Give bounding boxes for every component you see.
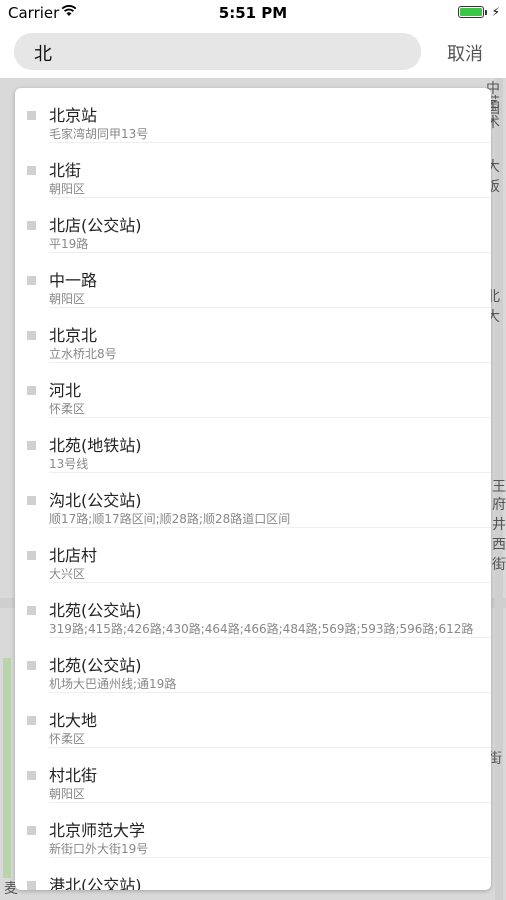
list-bullet-icon	[27, 771, 36, 780]
result-address: 怀柔区	[49, 402, 86, 416]
result-name: 北京师范大学	[49, 821, 146, 840]
result-address: 朝阳区	[49, 182, 86, 196]
result-name: 北店村	[49, 546, 98, 565]
list-bullet-icon	[27, 661, 36, 670]
list-bullet-icon	[27, 716, 36, 725]
result-name: 北店(公交站)	[49, 216, 142, 235]
result-address: 13号线	[49, 457, 89, 471]
result-name: 村北街	[49, 766, 98, 785]
result-name: 中一路	[49, 271, 98, 290]
list-item[interactable]: 北苑(公交站) 319路;415路;426路;430路;464路;466路;484…	[15, 583, 491, 638]
list-bullet-icon	[27, 441, 36, 450]
search-query-text: 北	[34, 44, 52, 65]
result-address: 朝阳区	[49, 292, 86, 306]
result-address: 毛家湾胡同甲13号	[49, 127, 149, 141]
result-name: 北苑(公交站)	[49, 601, 142, 620]
list-item[interactable]: 北苑(地铁站) 13号线	[15, 418, 491, 473]
result-name: 北京站	[49, 106, 98, 125]
list-bullet-icon	[27, 496, 36, 505]
result-address: 机场大巴通州线;通19路	[49, 677, 177, 691]
list-item[interactable]: 北店村 大兴区	[15, 528, 491, 583]
result-address: 平19路	[49, 237, 89, 251]
map-label: 西	[492, 537, 506, 553]
list-item[interactable]: 沟北(公交站) 顺17路;顺17路区间;顺28路;顺28路道口区间	[15, 473, 491, 528]
list-item[interactable]: 村北街 朝阳区	[15, 748, 491, 803]
list-bullet-icon	[27, 606, 36, 615]
result-name: 北苑(地铁站)	[49, 436, 142, 455]
list-bullet-icon	[27, 111, 36, 120]
battery-fill	[460, 8, 482, 16]
cancel-button[interactable]: 取消	[447, 40, 483, 66]
map-label: 王	[492, 479, 506, 495]
result-address: 顺17路;顺17路区间;顺28路;顺28路道口区间	[49, 512, 291, 526]
list-item[interactable]: 北京师范大学新街口外大街19号	[15, 803, 491, 858]
result-name: 港北(公交站)	[49, 876, 142, 890]
result-name: 沟北(公交站)	[49, 491, 142, 510]
list-item[interactable]: 北街 朝阳区	[15, 143, 491, 198]
search-results-list[interactable]: 北京站 毛家湾胡同甲13号 北街 朝阳区 北店(公交站) 平19路 中一路 朝阳区 北京…	[15, 88, 491, 890]
list-bullet-icon	[27, 386, 36, 395]
list-bullet-icon	[27, 331, 36, 340]
map-label: 街	[492, 557, 506, 573]
battery-icon	[458, 6, 487, 18]
list-bullet-icon	[27, 826, 36, 835]
result-address: 大兴区	[49, 567, 86, 581]
result-name: 北苑(公交站)	[49, 656, 142, 675]
list-item[interactable]: 中一路 朝阳区	[15, 253, 491, 308]
list-bullet-icon	[27, 881, 36, 890]
map-label: 井	[492, 517, 506, 533]
result-address: 怀柔区	[49, 732, 86, 746]
map-label: 府	[492, 497, 506, 513]
list-bullet-icon	[27, 221, 36, 230]
result-name: 北京北	[49, 326, 98, 345]
result-address: 新街口外大街19号	[49, 842, 149, 856]
list-item[interactable]: 港北(公交站)	[15, 858, 491, 890]
result-name: 河北	[49, 381, 82, 400]
result-name: 北街	[49, 161, 82, 180]
list-bullet-icon	[27, 551, 36, 560]
search-bar: 北 取消	[0, 26, 506, 78]
list-item[interactable]: 北店(公交站) 平19路	[15, 198, 491, 253]
search-input[interactable]: 北	[14, 33, 421, 70]
map-park	[3, 658, 11, 878]
list-item[interactable]: 北京北立水桥北8号	[15, 308, 491, 363]
result-address: 319路;415路;426路;430路;464路;466路;484路;569路;…	[49, 622, 474, 636]
clock: 5:51 PM	[218, 4, 288, 22]
result-name: 北大地	[49, 711, 98, 730]
status-bar: Carrier 5:51 PM ⚡	[0, 0, 506, 26]
list-bullet-icon	[27, 166, 36, 175]
list-item[interactable]: 河北 怀柔区	[15, 363, 491, 418]
list-item[interactable]: 北京站毛家湾胡同甲13号	[15, 88, 491, 143]
list-item[interactable]: 北大地 怀柔区	[15, 693, 491, 748]
result-address: 立水桥北8号	[49, 347, 117, 361]
list-item[interactable]: 北苑(公交站) 机场大巴通州线;通19路	[15, 638, 491, 693]
list-bullet-icon	[27, 276, 36, 285]
result-address: 朝阳区	[49, 787, 86, 801]
charging-icon: ⚡	[491, 5, 500, 19]
